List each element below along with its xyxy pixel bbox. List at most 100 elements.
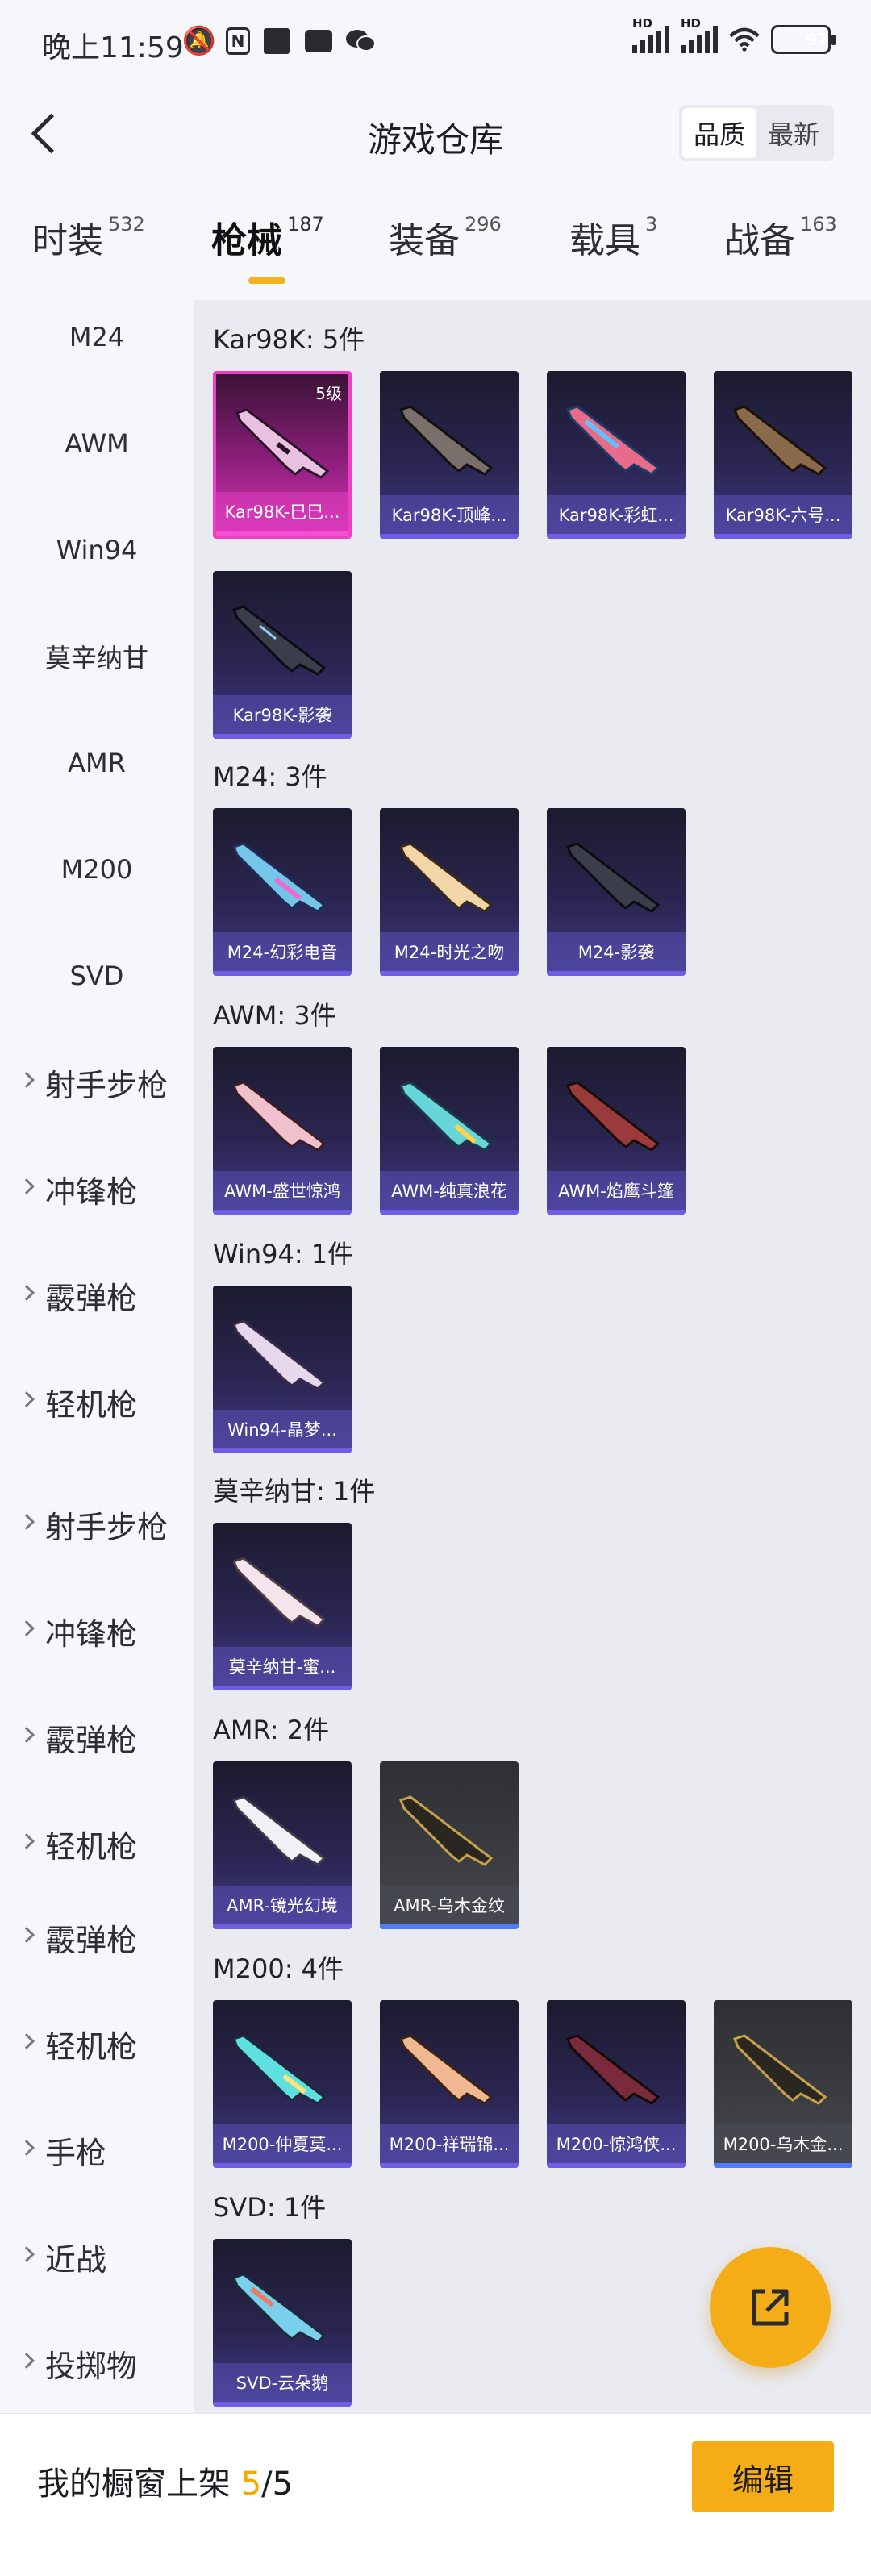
sidebar-item-win94[interactable]: Win94 [0, 518, 194, 582]
skin-card[interactable]: M200-乌木金... [714, 2000, 852, 2168]
group-title: Win94: 1件 [213, 1239, 354, 1269]
sidebar-category-shotgun-2[interactable]: 霰弹枪 [0, 1705, 194, 1769]
sort-latest-button[interactable]: 最新 [756, 108, 831, 158]
sidebar-item-label: 投掷物 [45, 2348, 138, 2384]
system-icons: HD HD 97 [632, 16, 836, 55]
sidebar-item-label: SVD [69, 961, 124, 991]
skin-card[interactable]: AWM-纯真浪花 [380, 1047, 519, 1215]
tab-count: 532 [108, 213, 145, 236]
skin-card[interactable]: M24-时光之吻 [380, 808, 519, 976]
rifle-icon [232, 842, 327, 913]
sidebar-category-smg-2[interactable]: 冲锋枪 [0, 1599, 194, 1663]
skin-card-label: M200-乌木金... [714, 2124, 852, 2163]
tab-equipment[interactable]: 装备 296 [389, 211, 502, 263]
sidebar-item-mosin[interactable]: 莫辛纳甘 [0, 624, 194, 689]
skin-card[interactable]: AWM-焰鹰斗篷 [547, 1047, 686, 1215]
skin-card[interactable]: AMR-乌木金纹 [380, 1761, 519, 1929]
rarity-stripe [714, 534, 852, 539]
message-icon [303, 26, 334, 56]
sidebar-item-label: 手枪 [45, 2135, 107, 2171]
skin-card-label: AWM-盛世惊鸿 [213, 1171, 352, 1210]
chevron-right-icon [19, 1178, 35, 1194]
rifle-icon [566, 2034, 661, 2105]
showcase-total: /5 [261, 2466, 294, 2503]
group-title: M24: 3件 [213, 761, 327, 792]
group-title: SVD: 1件 [213, 2192, 327, 2223]
skin-card[interactable]: M24-幻彩电音 [213, 808, 352, 976]
tab-vehicles[interactable]: 载具 3 [569, 211, 657, 263]
rifle-icon [232, 605, 327, 676]
sidebar-item-label: 近战 [45, 2241, 107, 2278]
tab-count: 3 [645, 213, 658, 236]
sidebar-item-svd[interactable]: SVD [0, 944, 194, 1008]
rarity-stripe [213, 971, 352, 976]
external-link-icon [752, 2289, 789, 2326]
sidebar-category-smg[interactable]: 冲锋枪 [0, 1157, 194, 1221]
rifle-icon [232, 1319, 327, 1390]
skin-card[interactable]: AWM-盛世惊鸿 [213, 1047, 352, 1215]
battery-level: 97 [806, 30, 828, 49]
tab-guns[interactable]: 枪械 187 [211, 211, 324, 263]
level-badge: 5级 [315, 384, 342, 403]
rarity-stripe [380, 1924, 519, 1929]
showcase-status: 我的橱窗上架 5/5 [37, 2457, 293, 2504]
sidebar-category-lmg[interactable]: 轻机枪 [0, 1369, 194, 1434]
skin-card[interactable]: SVD-云朵鹅 [213, 2239, 352, 2407]
share-button[interactable] [710, 2247, 831, 2368]
skin-card-label: 莫辛纳甘-蜜... [213, 1647, 352, 1686]
skin-card-label: Kar98K-巳巳... [216, 492, 348, 531]
skin-card-label: M200-惊鸿侠... [547, 2124, 686, 2163]
rifle-icon [235, 408, 330, 479]
rarity-stripe [380, 971, 519, 976]
sort-quality-button[interactable]: 品质 [681, 108, 756, 158]
rifle-icon [232, 2273, 327, 2344]
rarity-stripe [380, 534, 519, 539]
sidebar-item-m24[interactable]: M24 [0, 305, 194, 369]
skin-card[interactable]: Kar98K-六号... [714, 371, 852, 539]
rifle-icon [733, 405, 827, 476]
rarity-stripe [213, 1210, 352, 1215]
rarity-stripe [216, 531, 348, 536]
sidebar-category-throwable[interactable]: 投掷物 [0, 2331, 194, 2395]
category-tabs: 时装 532 枪械 187 装备 296 载具 3 战备 163 [0, 211, 871, 292]
skin-card[interactable]: 莫辛纳甘-蜜... [213, 1523, 352, 1690]
edit-button[interactable]: 编辑 [692, 2441, 834, 2512]
chevron-right-icon [19, 1927, 35, 1943]
battery-icon: 97 [771, 25, 836, 54]
skin-card[interactable]: M200-仲夏莫... [213, 2000, 352, 2168]
skin-card[interactable]: AMR-镜光幻境 [213, 1761, 352, 1929]
sidebar-category-shotgun[interactable]: 霰弹枪 [0, 1263, 194, 1328]
rifle-icon [399, 405, 494, 476]
sidebar-category-shotgun-3[interactable]: 霰弹枪 [0, 1905, 194, 1970]
tab-fashion[interactable]: 时装 532 [32, 211, 145, 263]
sidebar-category-dmr-2[interactable]: 射手步枪 [0, 1492, 194, 1557]
rarity-stripe [213, 734, 352, 739]
sidebar-item-label: 冲锋枪 [45, 1615, 138, 1652]
skin-card[interactable]: 5级 Kar98K-巳巳... [213, 371, 352, 539]
sidebar-category-lmg-2[interactable]: 轻机枪 [0, 1811, 194, 1876]
sidebar-category-melee[interactable]: 近战 [0, 2224, 194, 2289]
skin-card[interactable]: Kar98K-彩虹... [547, 371, 686, 539]
tab-supplies[interactable]: 战备 163 [724, 211, 837, 263]
skin-card[interactable]: Win94-晶梦... [213, 1286, 352, 1453]
skin-card[interactable]: Kar98K-影袭 [213, 571, 352, 739]
sidebar-category-dmr[interactable]: 射手步枪 [0, 1050, 194, 1115]
sidebar-item-awm[interactable]: AWM [0, 411, 194, 476]
tab-label: 时装 [32, 220, 103, 261]
clock: 晚上11:59 [42, 31, 184, 65]
sidebar-category-lmg-3[interactable]: 轻机枪 [0, 2011, 194, 2076]
showcase-label: 我的橱窗上架 [37, 2466, 241, 2503]
skin-card[interactable]: M200-惊鸿侠... [547, 2000, 686, 2168]
rarity-stripe [714, 2163, 852, 2168]
skin-card[interactable]: M24-影袭 [547, 808, 686, 976]
skin-card-label: Win94-晶梦... [213, 1410, 352, 1448]
tab-label: 装备 [389, 220, 460, 261]
skin-card[interactable]: Kar98K-顶峰... [380, 371, 519, 539]
showcase-count: 5 [240, 2466, 262, 2503]
sidebar-item-m200[interactable]: M200 [0, 837, 194, 902]
skin-card[interactable]: M200-祥瑞锦... [380, 2000, 519, 2168]
sidebar-item-amr[interactable]: AMR [0, 731, 194, 795]
sidebar-item-label: 轻机枪 [45, 1828, 138, 1865]
chevron-right-icon [19, 1072, 35, 1088]
sidebar-category-pistol[interactable]: 手枪 [0, 2118, 194, 2182]
